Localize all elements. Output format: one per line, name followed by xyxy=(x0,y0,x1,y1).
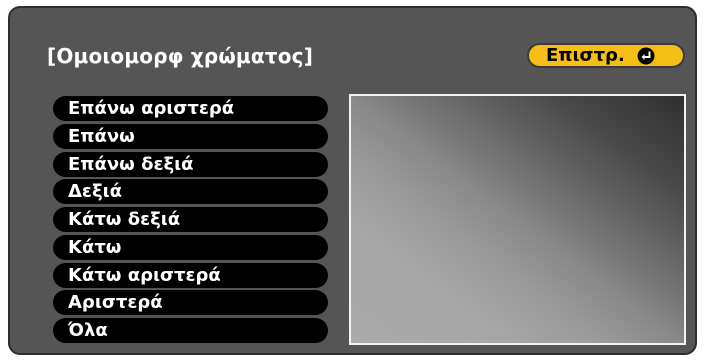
color-uniformity-preview xyxy=(349,94,686,345)
position-menu: Επάνω αριστερά Επάνω Επάνω δεξιά Δεξιά Κ… xyxy=(53,96,328,346)
settings-panel: [Ομοιομορφ χρώματος] Επιστρ. Επάνω αριστ… xyxy=(8,6,697,355)
menu-item-right[interactable]: Δεξιά xyxy=(53,179,328,205)
menu-item-top-right[interactable]: Επάνω δεξιά xyxy=(53,151,328,177)
back-button[interactable]: Επιστρ. xyxy=(527,43,685,68)
page-title: [Ομοιομορφ χρώματος] xyxy=(47,44,314,68)
back-button-label: Επιστρ. xyxy=(546,44,625,66)
menu-item-left[interactable]: Αριστερά xyxy=(53,290,328,316)
enter-icon xyxy=(637,47,655,65)
menu-item-bottom-right[interactable]: Κάτω δεξιά xyxy=(53,207,328,232)
menu-item-bottom[interactable]: Κάτω xyxy=(53,234,328,260)
menu-item-all[interactable]: Όλα xyxy=(53,318,328,343)
menu-item-top-left[interactable]: Επάνω αριστερά xyxy=(53,96,328,121)
menu-item-bottom-left[interactable]: Κάτω αριστερά xyxy=(53,262,328,288)
menu-item-top[interactable]: Επάνω xyxy=(53,123,328,149)
